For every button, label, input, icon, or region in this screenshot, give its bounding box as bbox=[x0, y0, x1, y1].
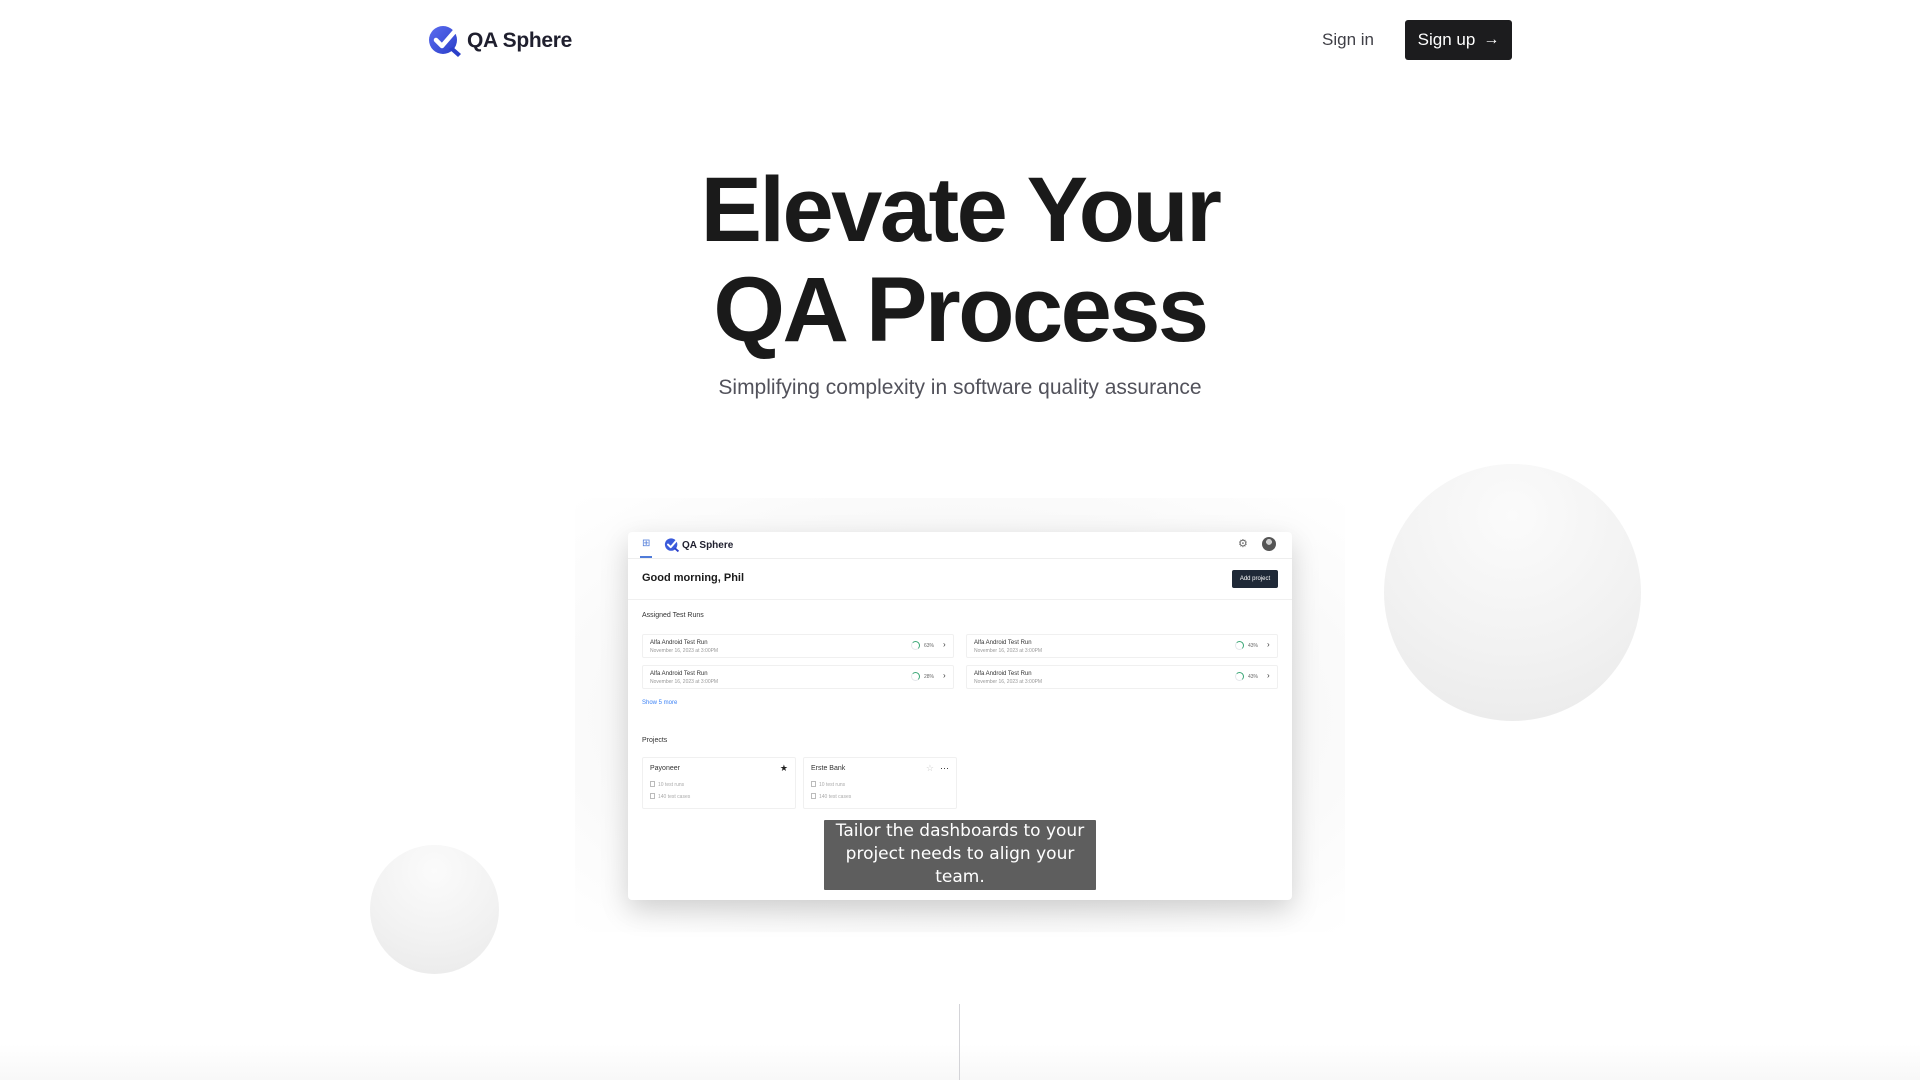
assigned-test-runs-heading: Assigned Test Runs bbox=[642, 612, 704, 619]
decorative-circle-right bbox=[1384, 464, 1641, 721]
qa-sphere-logo-icon bbox=[664, 538, 680, 553]
chevron-right-icon: › bbox=[1267, 671, 1270, 680]
video-caption: Tailor the dashboards to your project ne… bbox=[824, 820, 1096, 890]
avatar bbox=[1262, 537, 1276, 551]
progress-ring-icon bbox=[911, 672, 920, 681]
top-navigation: QA Sphere Sign in Sign up → bbox=[0, 0, 1920, 80]
test-run-date: November 16, 2023 at 3:00PM bbox=[650, 679, 719, 685]
test-run-percent: 43% bbox=[1248, 674, 1259, 680]
test-run-percent: 43% bbox=[1248, 643, 1259, 649]
document-icon bbox=[811, 793, 816, 799]
hero-heading-line-2: QA Process bbox=[713, 259, 1209, 361]
settings-icon: ⚙ bbox=[1238, 538, 1248, 550]
more-icon: ☆ ··· bbox=[925, 763, 949, 773]
test-run-card: Alfa Android Test Run November 16, 2023 … bbox=[642, 665, 954, 689]
test-run-card: Alfa Android Test Run November 16, 2023 … bbox=[966, 634, 1278, 658]
preview-brand-name: QA Sphere bbox=[682, 539, 734, 551]
star-outline-icon: ☆ bbox=[925, 763, 934, 773]
preview-brand-logo: QA Sphere bbox=[664, 537, 733, 553]
test-run-percent: 63% bbox=[924, 643, 935, 649]
document-icon bbox=[650, 793, 655, 799]
sign-up-button[interactable]: Sign up → bbox=[1405, 20, 1512, 60]
hero-heading: Elevate Your QA Process bbox=[0, 160, 1920, 360]
divider bbox=[628, 599, 1292, 600]
project-card: Payoneer ★ 10 test runs 140 test cases bbox=[642, 757, 796, 809]
document-icon bbox=[650, 781, 655, 787]
brand-name: QA Sphere bbox=[467, 29, 573, 52]
project-runs: 10 test runs bbox=[811, 781, 845, 788]
greeting: Good morning, Phil bbox=[642, 572, 745, 584]
test-run-date: November 16, 2023 at 3:00PM bbox=[650, 648, 719, 654]
arrow-right-icon: → bbox=[1483, 31, 1500, 48]
project-name: Erste Bank bbox=[811, 765, 846, 772]
project-runs: 10 test runs bbox=[650, 781, 684, 788]
test-run-name: Alfa Android Test Run bbox=[650, 671, 708, 677]
progress-ring-icon bbox=[1235, 672, 1244, 681]
active-tab-indicator bbox=[640, 556, 652, 558]
next-section-band bbox=[0, 1044, 1920, 1080]
progress-ring-icon bbox=[1235, 641, 1244, 650]
sign-in-link[interactable]: Sign in bbox=[1322, 30, 1374, 50]
hero-subtitle: Simplifying complexity in software quali… bbox=[718, 376, 1202, 399]
project-card: Erste Bank ☆ ··· 10 test runs 140 test ca… bbox=[803, 757, 957, 809]
project-cases-text: 140 test cases bbox=[819, 794, 852, 800]
brand-logo[interactable]: QA Sphere bbox=[427, 23, 572, 59]
progress-ring-icon bbox=[911, 641, 920, 650]
show-more-link: Show 5 more bbox=[642, 700, 678, 706]
project-cases: 140 test cases bbox=[811, 793, 851, 800]
test-run-percent: 28% bbox=[924, 674, 935, 680]
dashboard-preview: ⊞ QA Sphere ⚙ Good morning, Phil Add pro… bbox=[628, 532, 1292, 900]
project-cases: 140 test cases bbox=[650, 793, 690, 800]
section-divider-line bbox=[959, 1004, 960, 1080]
project-runs-text: 10 test runs bbox=[658, 782, 685, 788]
project-name: Payoneer bbox=[650, 765, 680, 772]
apps-grid-icon: ⊞ bbox=[642, 538, 651, 549]
document-icon bbox=[811, 781, 816, 787]
hero-heading-line-1: Elevate Your bbox=[700, 159, 1222, 261]
qa-sphere-logo-icon bbox=[429, 26, 461, 57]
project-cases-text: 140 test cases bbox=[658, 794, 691, 800]
projects-heading: Projects bbox=[642, 737, 668, 744]
test-run-date: November 16, 2023 at 3:00PM bbox=[974, 679, 1043, 685]
chevron-right-icon: › bbox=[943, 671, 946, 680]
test-run-card: Alfa Android Test Run November 16, 2023 … bbox=[966, 665, 1278, 689]
test-run-name: Alfa Android Test Run bbox=[974, 640, 1032, 646]
decorative-circle-left bbox=[370, 845, 499, 974]
project-runs-text: 10 test runs bbox=[819, 782, 846, 788]
test-run-date: November 16, 2023 at 3:00PM bbox=[974, 648, 1043, 654]
add-project-button: Add project bbox=[1232, 570, 1278, 588]
chevron-right-icon: › bbox=[943, 640, 946, 649]
preview-topbar: ⊞ QA Sphere ⚙ bbox=[628, 532, 1292, 559]
star-icon: ★ bbox=[779, 763, 788, 773]
chevron-right-icon: › bbox=[1267, 640, 1270, 649]
test-run-card: Alfa Android Test Run November 16, 2023 … bbox=[642, 634, 954, 658]
sign-up-label: Sign up bbox=[1417, 30, 1476, 49]
test-run-name: Alfa Android Test Run bbox=[974, 671, 1032, 677]
test-run-name: Alfa Android Test Run bbox=[650, 640, 708, 646]
